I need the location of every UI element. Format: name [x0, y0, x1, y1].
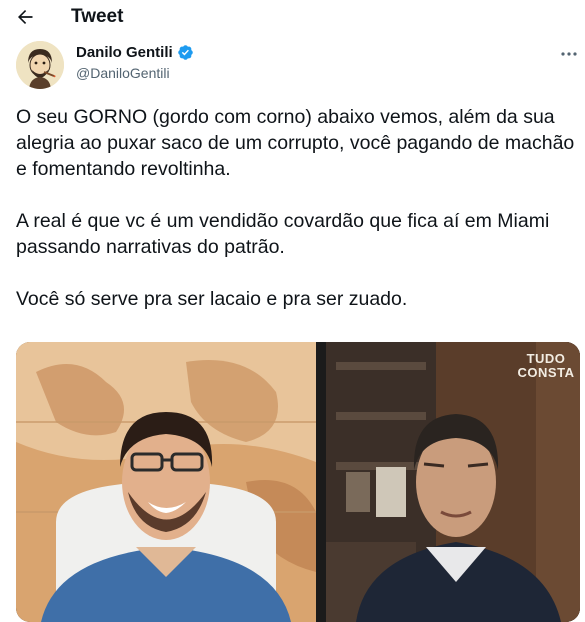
- author-handle[interactable]: @DaniloGentili: [76, 65, 170, 81]
- tweet-author: Danilo Gentili @DaniloGentili: [16, 40, 577, 92]
- video-frame-image: [16, 342, 580, 622]
- watermark-line: CONSTA: [517, 365, 575, 380]
- tweet-paragraph: Você só serve pra ser lacaio e pra ser z…: [16, 288, 408, 310]
- top-bar: Tweet: [0, 0, 585, 34]
- tweet-paragraph: A real é que vc é um vendidão covardão q…: [16, 210, 550, 258]
- back-button[interactable]: [8, 2, 42, 32]
- avatar[interactable]: [16, 41, 64, 89]
- tweet-video[interactable]: TUDO CONSTA: [16, 342, 580, 622]
- arrow-left-icon: [18, 10, 33, 24]
- watermark-line: TUDO: [526, 351, 566, 366]
- page-title: Tweet: [71, 6, 124, 27]
- video-watermark: TUDO CONSTA: [516, 352, 576, 380]
- author-name-text: Danilo Gentili: [76, 44, 173, 61]
- more-dots-icon: [561, 52, 577, 56]
- more-options-button[interactable]: [556, 42, 582, 66]
- tweet-text: O seu GORNO (gordo com corno) abaixo vem…: [16, 104, 576, 312]
- tweet-paragraph: O seu GORNO (gordo com corno) abaixo vem…: [16, 106, 575, 180]
- author-name[interactable]: Danilo Gentili: [76, 44, 194, 61]
- verified-badge-icon: [177, 45, 193, 60]
- caricature-avatar-image: [16, 41, 64, 89]
